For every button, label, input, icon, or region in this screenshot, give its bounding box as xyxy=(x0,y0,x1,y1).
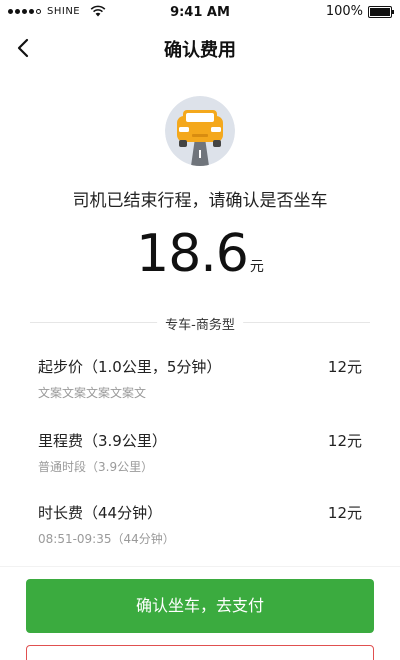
fare-amount: 18.6 xyxy=(136,224,249,284)
battery-icon xyxy=(368,5,394,18)
fare-item-duration: 时长费（44分钟） 12元 08:51-09:35（44分钟） xyxy=(38,502,362,562)
fare-item-detail: 普通时段（3.9公里） xyxy=(38,460,154,474)
fare-item-detail: 文案文案文案文案文 xyxy=(38,386,147,400)
fare-unit: 元 xyxy=(249,259,264,275)
trip-end-message: 司机已结束行程，请确认是否坐车 xyxy=(72,191,328,211)
chevron-left-icon xyxy=(17,38,29,58)
fare-item-price: 12元 xyxy=(327,358,362,376)
car-avatar xyxy=(165,96,235,166)
car-icon xyxy=(165,96,235,166)
fare-item-name: 时长费（44分钟） xyxy=(38,504,163,522)
page-title: 确认费用 xyxy=(164,40,236,61)
secondary-button[interactable] xyxy=(26,645,374,660)
fare-item-price: 12元 xyxy=(327,504,362,522)
service-type-divider: 专车-商务型 xyxy=(0,312,400,333)
battery-level xyxy=(370,7,390,16)
nav-bar: 确认费用 xyxy=(0,24,400,72)
service-type-label: 专车-商务型 xyxy=(157,314,243,333)
status-bar: SHINE 9:41 AM 100% xyxy=(0,0,400,24)
fare-item-detail: 08:51-09:35（44分钟） xyxy=(38,532,175,546)
fare-item-base: 起步价（1.0公里，5分钟） 12元 文案文案文案文案文 xyxy=(38,356,362,416)
fare-item-price: 12元 xyxy=(327,432,362,450)
fare-item-name: 起步价（1.0公里，5分钟） xyxy=(38,358,222,376)
fare-item-name: 里程费（3.9公里） xyxy=(38,432,167,450)
confirm-and-pay-button[interactable]: 确认坐车，去支付 xyxy=(26,579,374,633)
status-right: 100% xyxy=(325,4,394,19)
fare-total: 18.6 元 xyxy=(0,224,400,284)
fare-item-distance: 里程费（3.9公里） 12元 普通时段（3.9公里） xyxy=(38,430,362,490)
back-button[interactable] xyxy=(10,34,38,62)
battery-percent: 100% xyxy=(325,4,363,19)
